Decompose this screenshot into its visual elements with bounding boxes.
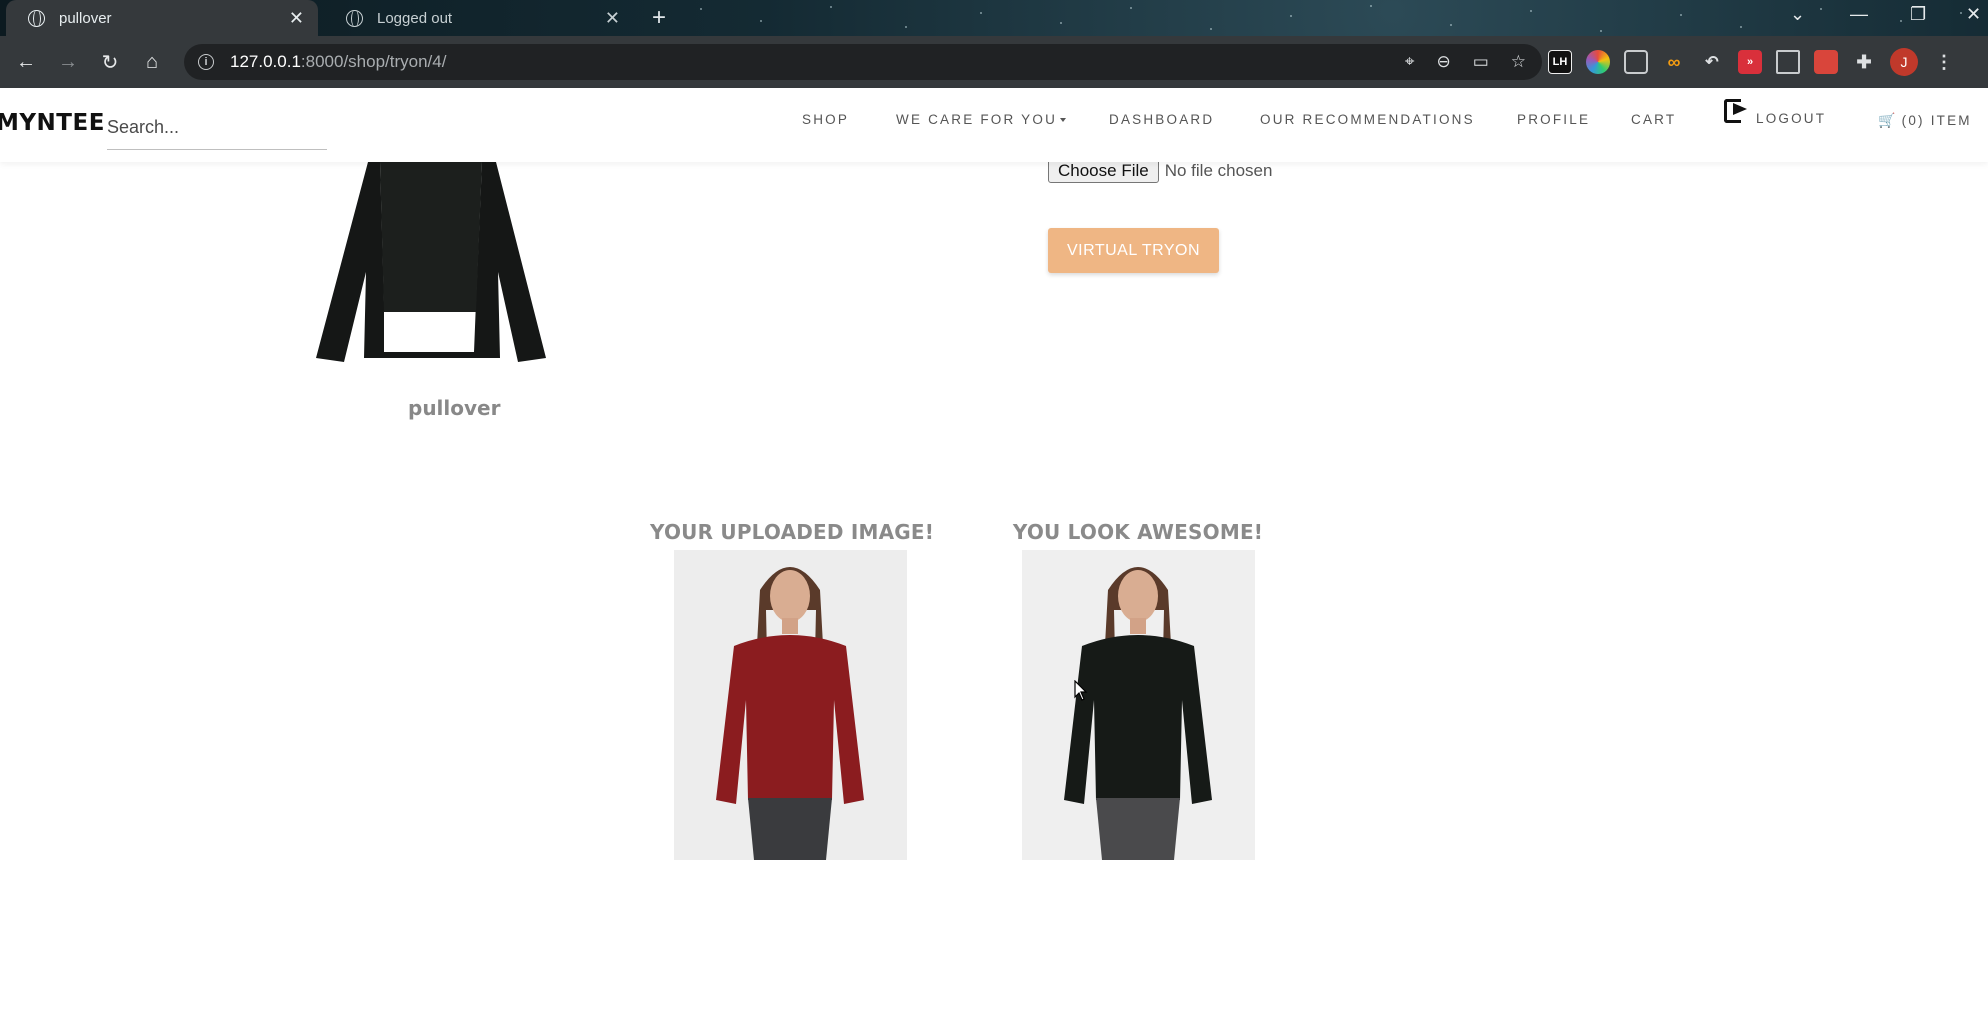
extension-icons: LH ∞ ↶ » ✚ J ⋮ [1548, 46, 1956, 78]
card-icon[interactable]: ▭ [1473, 52, 1489, 72]
product-name: pullover [408, 396, 501, 420]
brand-logo[interactable]: MYNTEE [0, 110, 105, 136]
nav-our-recommendations[interactable]: OUR RECOMMENDATIONS [1260, 112, 1475, 127]
globe-icon [346, 9, 363, 27]
close-window-button[interactable]: ✕ [1966, 4, 1981, 25]
globe-icon [28, 9, 45, 27]
extension-color-icon[interactable] [1586, 50, 1610, 74]
chevron-down-icon [1060, 118, 1067, 123]
url-text: 127.0.0.1:8000/shop/tryon/4/ [230, 52, 446, 72]
bookmark-star-icon[interactable]: ☆ [1511, 52, 1526, 72]
home-icon[interactable]: ⌂ [134, 36, 170, 88]
minimize-button[interactable]: — [1850, 4, 1868, 25]
cart-count-label: (0) ITEM [1901, 113, 1972, 128]
extension-lh-icon[interactable]: LH [1548, 50, 1572, 74]
nav-we-care-label: WE CARE FOR YOU [896, 112, 1058, 127]
nav-we-care-for-you[interactable]: WE CARE FOR YOU [896, 112, 1067, 127]
close-tab-icon[interactable]: ✕ [289, 8, 304, 29]
product-image [316, 162, 546, 362]
search-input[interactable] [107, 106, 327, 150]
tryon-result-photo [1021, 550, 1255, 860]
puzzle-icon[interactable]: ✚ [1852, 50, 1876, 74]
nav-shop[interactable]: SHOP [802, 112, 849, 127]
nav-logout-label: LOGOUT [1756, 111, 1827, 126]
reload-icon[interactable]: ↻ [92, 36, 128, 88]
browser-tab-bar: pullover ✕ Logged out ✕ + ⌄ — ❐ ✕ [0, 0, 1988, 36]
extension-reader-icon[interactable] [1776, 50, 1800, 74]
extension-book-icon[interactable] [1814, 50, 1838, 74]
mouse-cursor [1074, 680, 1088, 701]
nav-logout[interactable]: LOGOUT [1724, 97, 1826, 126]
tab-search-icon[interactable]: ⌄ [1790, 4, 1805, 25]
uploaded-photo [673, 550, 907, 860]
url-path: :8000/shop/tryon/4/ [300, 52, 447, 71]
browser-toolbar: ← → ↻ ⌂ i 127.0.0.1:8000/shop/tryon/4/ ⌖… [0, 36, 1988, 88]
cart-icon: 🛒 [1878, 112, 1898, 128]
back-arrow-icon[interactable]: ← [8, 36, 44, 88]
address-bar[interactable]: i 127.0.0.1:8000/shop/tryon/4/ ⌖ ⊖ ▭ ☆ [184, 44, 1542, 80]
nav-cart[interactable]: CART [1631, 112, 1676, 127]
nav-dashboard[interactable]: DASHBOARD [1109, 112, 1214, 127]
site-navbar: MYNTEE SHOP WE CARE FOR YOU DASHBOARD OU… [0, 88, 1988, 162]
tab-pullover[interactable]: pullover ✕ [6, 0, 318, 36]
zoom-icon[interactable]: ⊖ [1436, 52, 1450, 72]
tab-title: Logged out [377, 9, 453, 27]
file-status: No file chosen [1164, 160, 1273, 180]
uploaded-image-section: YOUR UPLOADED IMAGE! [650, 520, 935, 860]
tab-logged-out[interactable]: Logged out ✕ [324, 0, 634, 36]
profile-avatar[interactable]: J [1890, 48, 1918, 76]
tryon-result-section: YOU LOOK AWESOME! [998, 520, 1278, 860]
uploaded-image-heading: YOUR UPLOADED IMAGE! [650, 520, 935, 544]
extension-forward-icon[interactable]: » [1738, 50, 1762, 74]
nav-cart-count[interactable]: 🛒 (0) ITEM [1878, 112, 1972, 129]
nav-profile[interactable]: PROFILE [1517, 112, 1590, 127]
logout-icon [1724, 97, 1750, 123]
maximize-button[interactable]: ❐ [1910, 4, 1926, 25]
forward-arrow-icon[interactable]: → [50, 36, 86, 88]
address-bar-actions: ⌖ ⊖ ▭ ☆ [1405, 44, 1526, 80]
close-tab-icon[interactable]: ✕ [605, 8, 620, 29]
tab-title: pullover [59, 9, 112, 27]
extension-hook-icon[interactable]: ↶ [1700, 50, 1724, 74]
tryon-result-heading: YOU LOOK AWESOME! [1012, 520, 1264, 544]
location-pin-icon[interactable]: ⌖ [1405, 52, 1415, 72]
extension-infinity-icon[interactable]: ∞ [1662, 50, 1686, 74]
extension-copy-icon[interactable] [1624, 50, 1648, 74]
url-host: 127.0.0.1 [230, 52, 301, 71]
menu-dots-icon[interactable]: ⋮ [1932, 50, 1956, 74]
new-tab-button[interactable]: + [652, 4, 666, 32]
site-info-icon[interactable]: i [198, 54, 214, 70]
virtual-tryon-button[interactable]: VIRTUAL TRYON [1048, 228, 1219, 273]
